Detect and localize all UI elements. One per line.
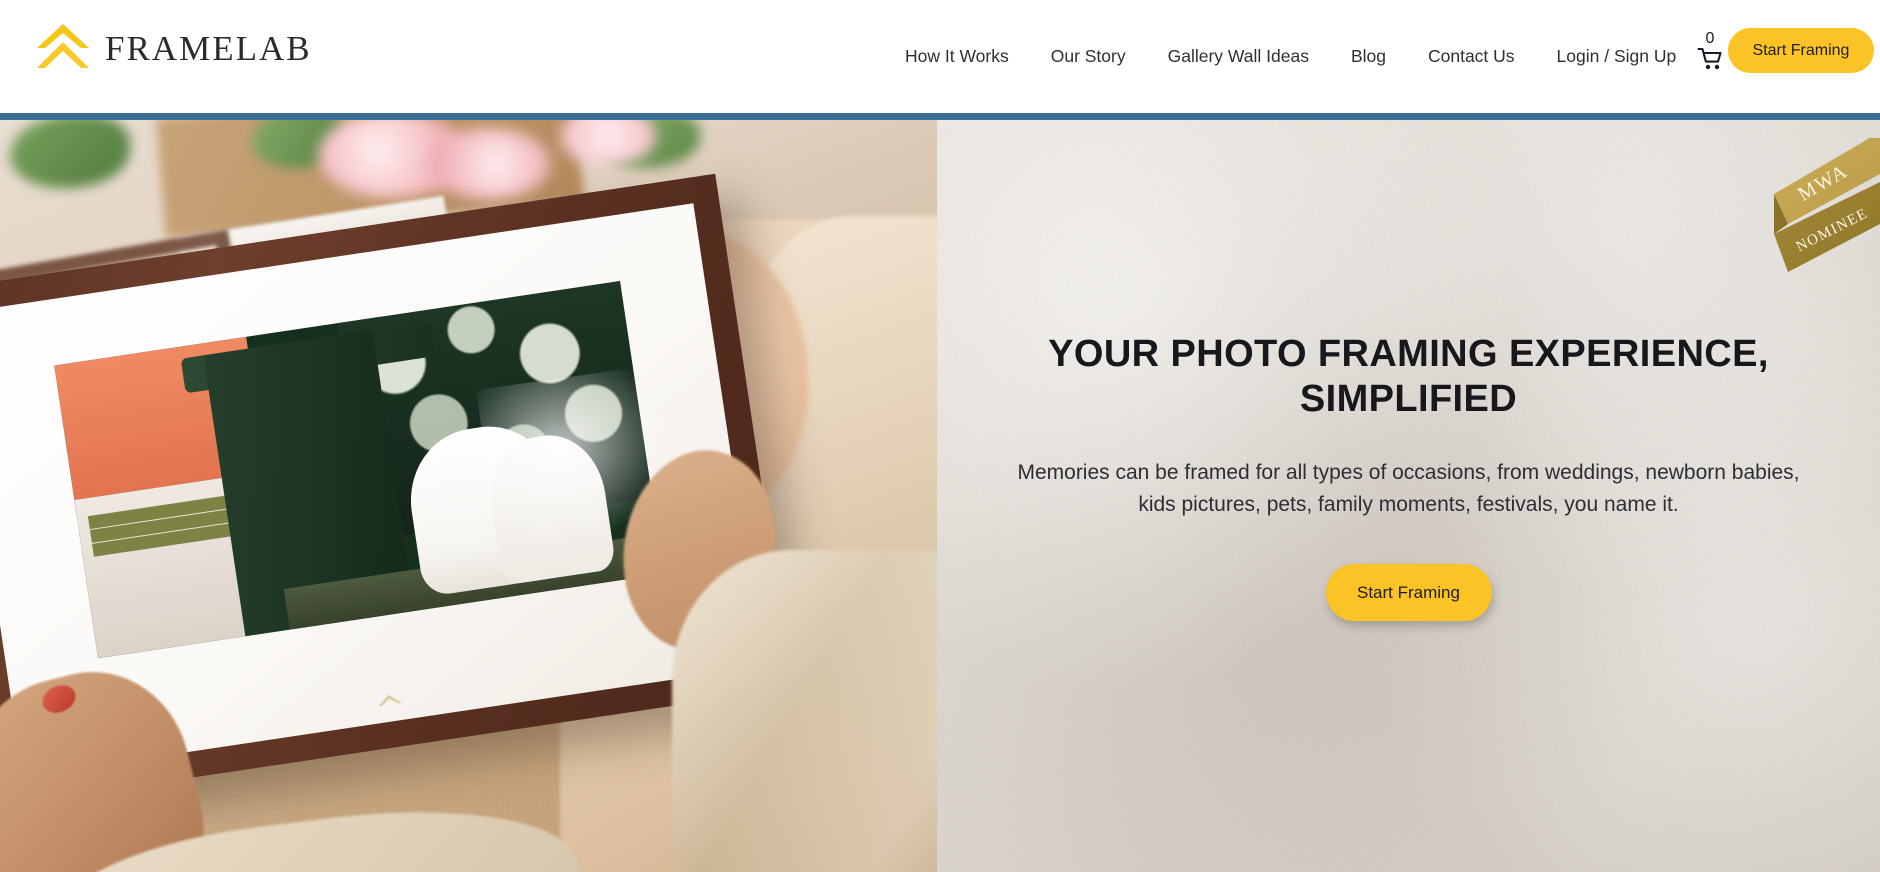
brand-logo[interactable]: FRAMELAB bbox=[34, 22, 312, 74]
hero-section: MWA NOMINEE YOUR PHOTO FRAMING EXPERIENC… bbox=[0, 120, 1880, 872]
photo-fabric-drape bbox=[672, 550, 937, 872]
nav-item-contact-us[interactable]: Contact Us bbox=[1407, 47, 1536, 66]
hero-text-block: YOUR PHOTO FRAMING EXPERIENCE, SIMPLIFIE… bbox=[937, 120, 1880, 872]
shopping-cart-icon bbox=[1696, 47, 1722, 70]
hero-title: YOUR PHOTO FRAMING EXPERIENCE, SIMPLIFIE… bbox=[1048, 333, 1769, 420]
nav-item-gallery-wall-ideas[interactable]: Gallery Wall Ideas bbox=[1147, 47, 1330, 66]
cart-count-badge: 0 bbox=[1705, 30, 1715, 47]
nav-item-login-signup[interactable]: Login / Sign Up bbox=[1536, 47, 1698, 66]
cart-button[interactable]: 0 bbox=[1690, 31, 1730, 79]
hero-photo bbox=[0, 120, 937, 872]
hero-start-framing-button[interactable]: Start Framing bbox=[1325, 564, 1492, 622]
photo-flower bbox=[430, 128, 550, 200]
header-start-framing-button[interactable]: Start Framing bbox=[1728, 28, 1874, 73]
hero-subtitle: Memories can be framed for all types of … bbox=[1017, 460, 1800, 516]
double-chevron-icon bbox=[37, 24, 89, 68]
nav-item-how-it-works[interactable]: How It Works bbox=[884, 47, 1030, 66]
nav-item-our-story[interactable]: Our Story bbox=[1030, 47, 1147, 66]
hero-content-panel: MWA NOMINEE YOUR PHOTO FRAMING EXPERIENC… bbox=[937, 120, 1880, 872]
main-navigation: How It Works Our Story Gallery Wall Idea… bbox=[884, 0, 1697, 113]
nav-item-blog[interactable]: Blog bbox=[1330, 47, 1407, 66]
frame-chevron-logo-icon bbox=[378, 694, 402, 707]
header-divider bbox=[0, 113, 1880, 120]
brand-wordmark: FRAMELAB bbox=[105, 28, 312, 68]
site-header: FRAMELAB How It Works Our Story Gallery … bbox=[0, 0, 1880, 113]
